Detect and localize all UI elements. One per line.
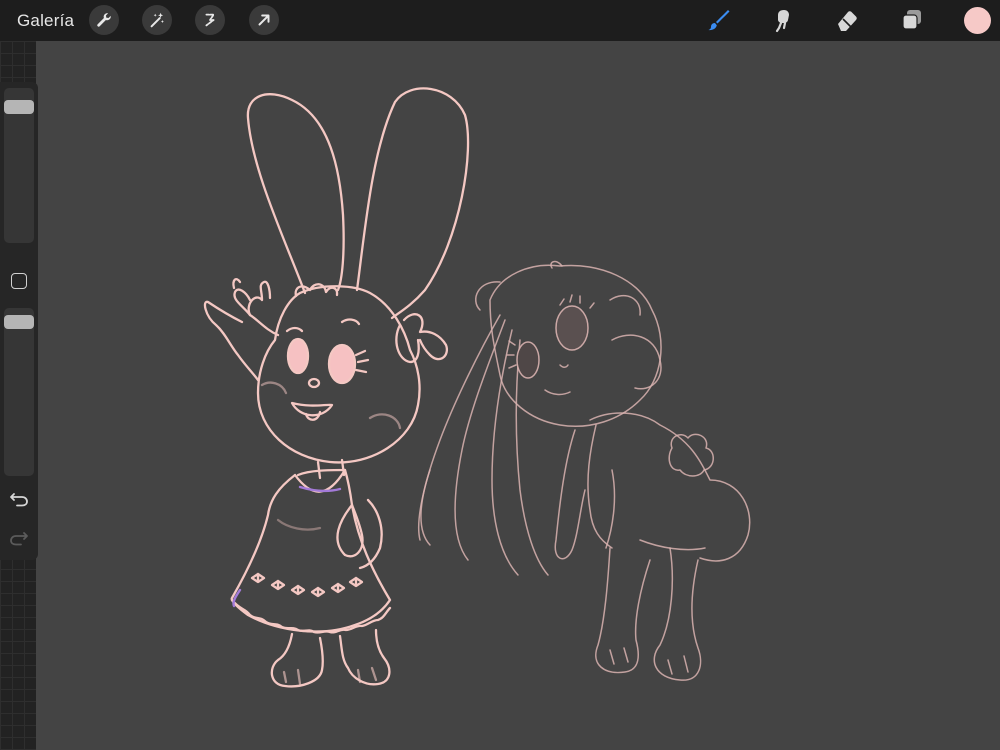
modify-square-icon[interactable] xyxy=(11,273,27,289)
undo-icon[interactable] xyxy=(9,491,29,507)
opacity-slider[interactable] xyxy=(4,308,34,476)
gallery-button[interactable]: Galería xyxy=(17,11,74,31)
transform-arrow-icon[interactable] xyxy=(249,5,279,35)
drawing-canvas[interactable] xyxy=(36,41,1000,750)
layers-icon[interactable] xyxy=(897,5,927,35)
smudge-icon[interactable] xyxy=(768,5,798,35)
sketch-artwork xyxy=(203,87,751,688)
brush-size-slider-thumb[interactable] xyxy=(4,100,34,114)
redo-icon[interactable] xyxy=(9,530,29,546)
opacity-slider-thumb[interactable] xyxy=(4,315,34,329)
brush-size-slider[interactable] xyxy=(4,88,34,243)
color-picker-swatch[interactable] xyxy=(964,7,991,34)
top-toolbar: Galería xyxy=(0,0,1000,41)
brush-icon[interactable] xyxy=(704,5,734,35)
eraser-icon[interactable] xyxy=(832,5,862,35)
magic-wand-icon[interactable] xyxy=(142,5,172,35)
wrench-icon[interactable] xyxy=(89,5,119,35)
selection-icon[interactable] xyxy=(195,5,225,35)
left-sidebar xyxy=(0,82,38,560)
